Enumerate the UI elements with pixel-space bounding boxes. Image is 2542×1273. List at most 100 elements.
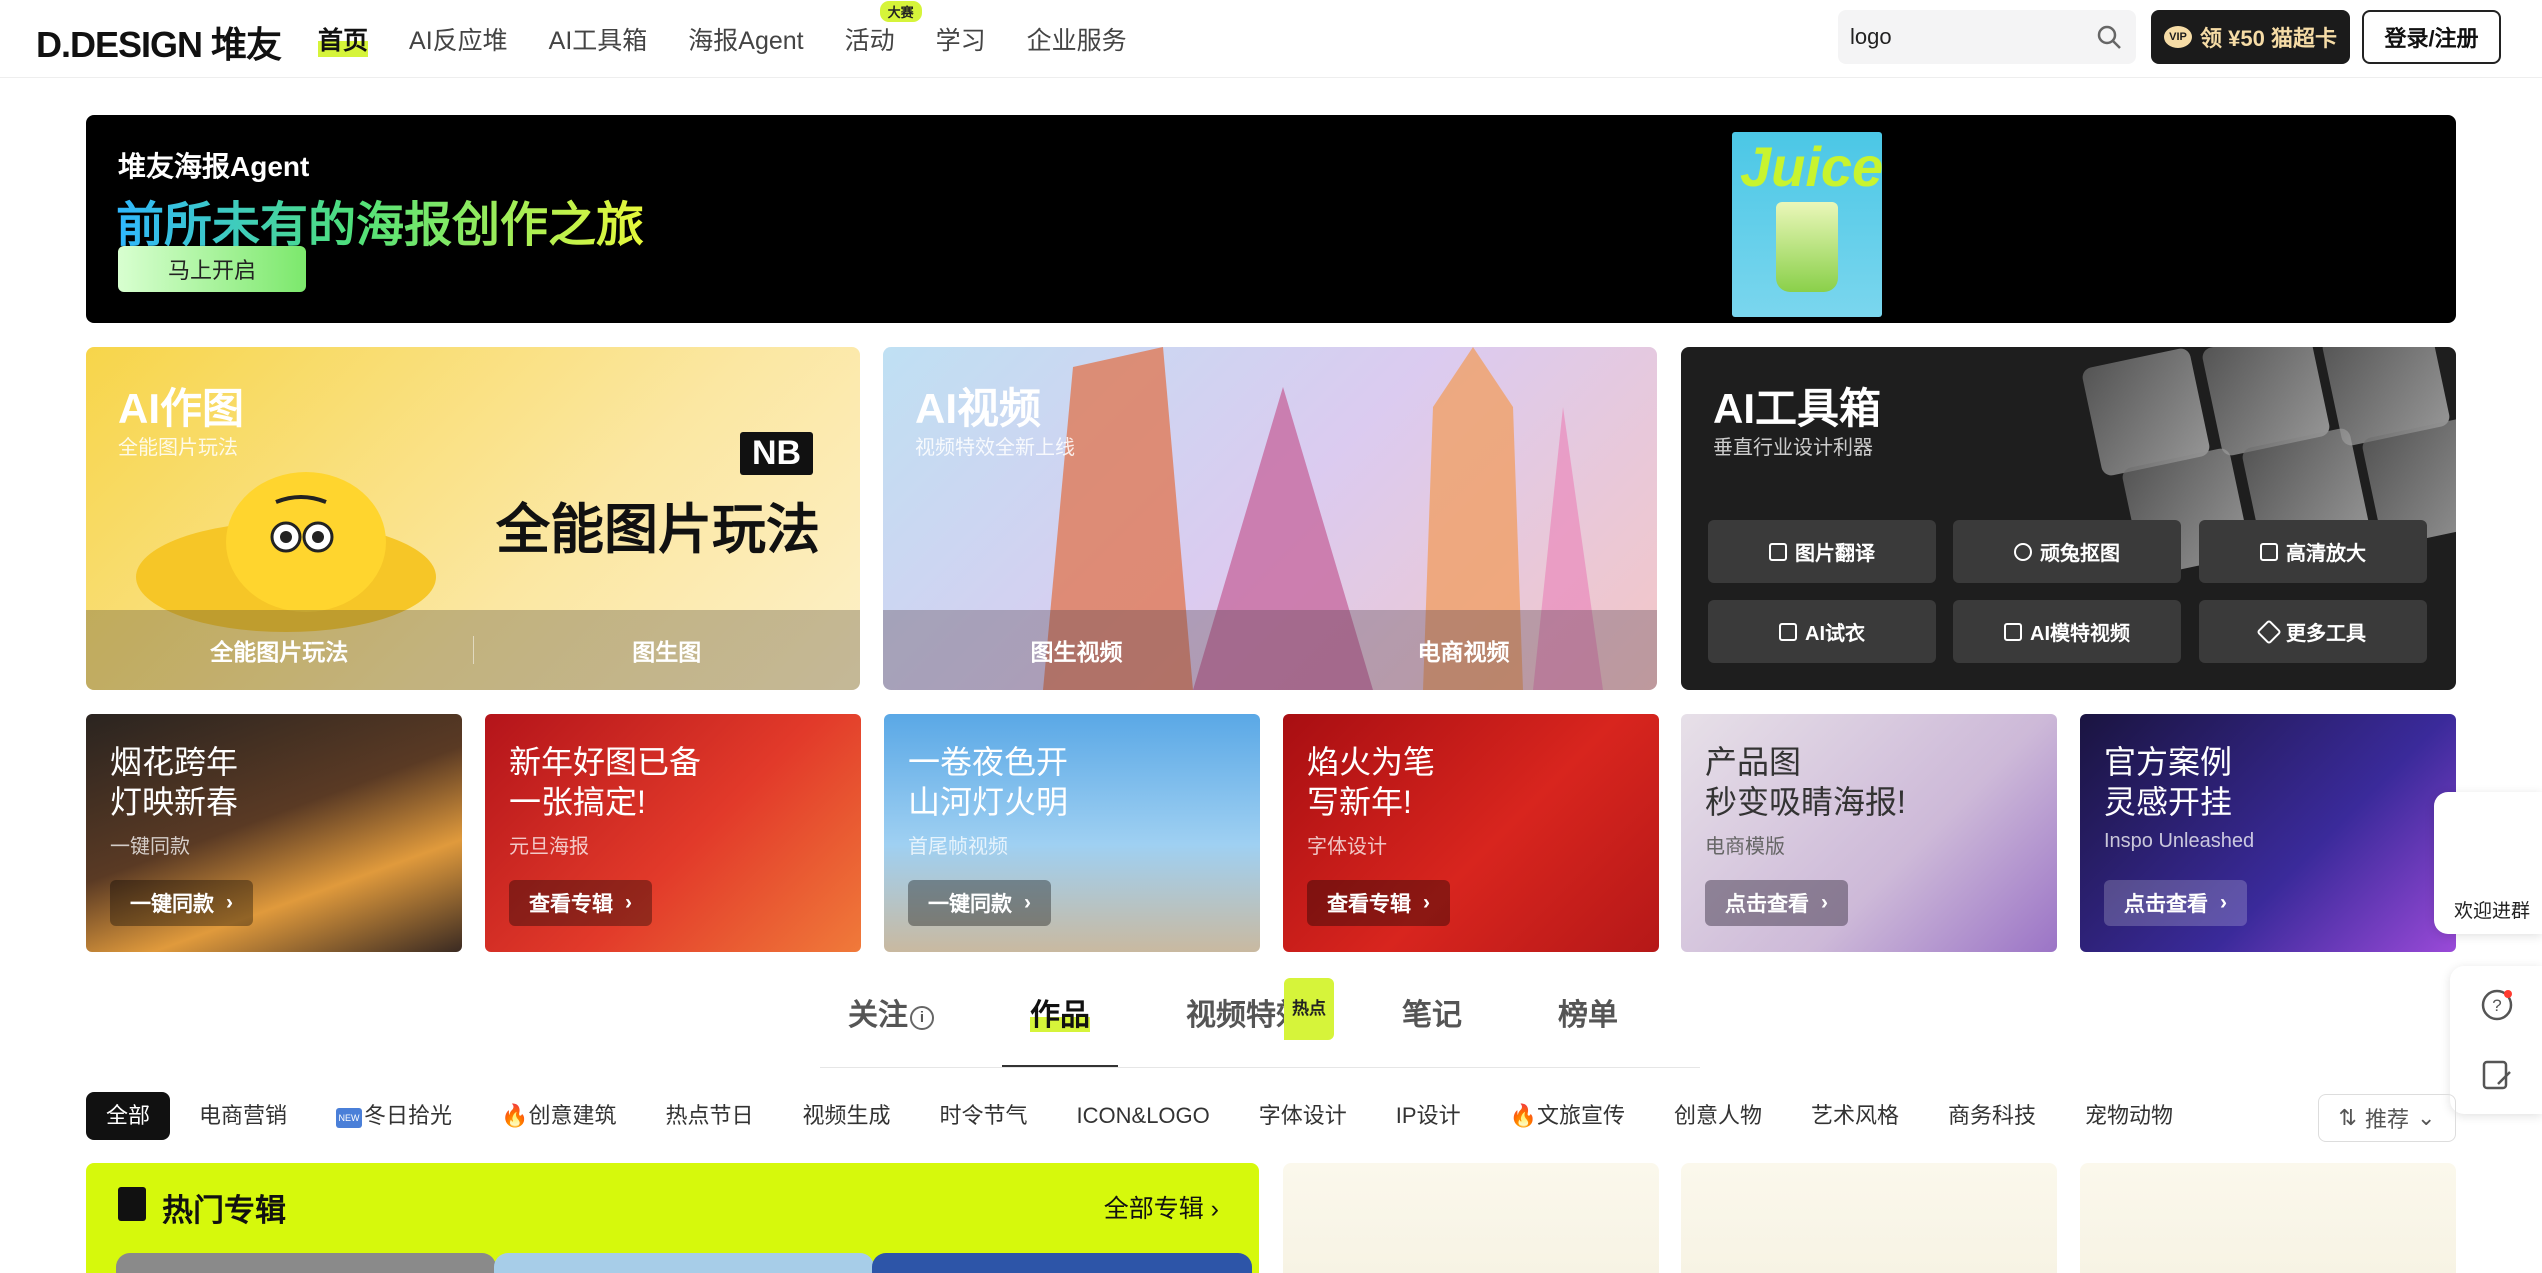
promo-button[interactable]: 查看专辑 › — [509, 880, 652, 926]
category-solar-terms[interactable]: 时令节气 — [920, 1092, 1048, 1140]
promo-subtitle: 字体设计 — [1307, 836, 1387, 858]
site-logo[interactable]: D.DESIGN 堆友 — [36, 16, 282, 68]
tool-cutout[interactable]: 顽兔抠图 — [1953, 520, 2181, 583]
login-button[interactable]: 登录/注册 — [2362, 10, 2501, 64]
ai-image-headline: 全能图片玩法 — [496, 500, 820, 560]
nav-ai-reactor[interactable]: AI反应堆 — [409, 21, 508, 57]
promo-button[interactable]: 一键同款 › — [110, 880, 253, 926]
tab-follow[interactable]: 关注 i — [820, 986, 962, 1068]
join-group-label: 欢迎进群 — [2454, 901, 2531, 922]
ai-video-subtitle: 视频特效全新上线 — [915, 437, 1075, 459]
top-header: D.DESIGN 堆友 首页 AI反应堆 AI工具箱 海报Agent 活动 大赛… — [0, 0, 2542, 78]
category-creative-architecture[interactable]: 🔥创意建筑 — [481, 1092, 636, 1140]
nav-poster-agent[interactable]: 海报Agent — [688, 21, 803, 57]
category-winter[interactable]: NEW 冬日拾光 — [316, 1092, 472, 1140]
promo-button[interactable]: 点击查看 › — [1705, 880, 1848, 926]
tool-try-on[interactable]: AI试衣 — [1708, 600, 1936, 663]
image-to-image-link[interactable]: 图生图 — [474, 633, 861, 667]
nav-events[interactable]: 活动 大赛 — [845, 1, 922, 57]
search-icon[interactable] — [2096, 24, 2122, 50]
image-to-video-link[interactable]: 图生视频 — [883, 633, 1270, 667]
category-creative-people[interactable]: 创意人物 — [1654, 1092, 1782, 1140]
promo-card-font-design[interactable]: 焰火为笔 写新年! 字体设计 查看专辑 › — [1283, 714, 1659, 952]
vip-icon: VIP — [2164, 26, 2193, 48]
category-video-gen[interactable]: 视频生成 — [782, 1092, 910, 1140]
promo-title: 产品图 秒变吸睛海报! — [1705, 744, 1906, 820]
tab-rankings-label: 榜单 — [1558, 999, 1618, 1032]
category-pets[interactable]: 宠物动物 — [2065, 1092, 2193, 1140]
tool-model-video[interactable]: AI模特视频 — [1953, 600, 2181, 663]
ai-image-card[interactable]: AI作图 全能图片玩法 NB 全能图片玩法 全能图片玩法 图生图 — [86, 347, 860, 690]
translate-icon — [1769, 542, 1787, 561]
promo-subtitle: Inspo Unleashed — [2104, 830, 2255, 852]
tab-video-effects[interactable]: 视频特效 热点 — [1158, 978, 1334, 1068]
tab-notes[interactable]: 笔记 — [1374, 986, 1490, 1068]
category-all[interactable]: 全部 — [86, 1092, 171, 1140]
tab-works[interactable]: 作品 — [1002, 986, 1118, 1068]
loading-card-placeholder — [1681, 1163, 2057, 1273]
sort-dropdown[interactable]: ⇅ 推荐 ⌄ — [2318, 1094, 2456, 1142]
promo-subtitle: 电商模版 — [1705, 836, 1785, 858]
poster-agent-banner[interactable]: 堆友海报Agent 前所未有的海报创作之旅 马上开启 Juice — [86, 115, 2456, 323]
promo-title: 官方案例 灵感开挂 — [2104, 744, 2233, 820]
promo-button[interactable]: 点击查看 › — [2104, 880, 2247, 926]
album-thumbnail[interactable] — [494, 1253, 874, 1273]
promo-card-inspo[interactable]: 官方案例 灵感开挂 Inspo Unleashed 点击查看 › — [2080, 714, 2456, 952]
toolbox-photo-tiles — [2071, 347, 2456, 578]
ai-toolbox-title: AI工具箱 — [1713, 385, 1882, 432]
category-icon-logo[interactable]: ICON&LOGO — [1057, 1092, 1230, 1140]
promo-title: 一卷夜色开 山河灯火明 — [908, 744, 1069, 820]
ai-image-actions: 全能图片玩法 图生图 — [86, 610, 860, 690]
tool-label: AI试衣 — [1805, 623, 1865, 645]
sort-icon: ⇅ — [2338, 1105, 2357, 1130]
tool-upscale[interactable]: 高清放大 — [2199, 520, 2427, 583]
chevron-right-icon: › — [1203, 1195, 1219, 1223]
join-group-widget[interactable]: 欢迎进群 — [2434, 792, 2542, 934]
nav-learn[interactable]: 学习 — [936, 21, 986, 57]
all-albums-link[interactable]: 全部专辑 › — [1104, 1189, 1219, 1225]
vip-coupon-label: 领 ¥50 猫超卡 — [2200, 26, 2337, 51]
content-tabs: 关注 i 作品 视频特效 热点 笔记 榜单 — [820, 978, 1686, 1068]
tab-rankings[interactable]: 榜单 — [1530, 986, 1646, 1068]
svg-text:?: ? — [2492, 996, 2501, 1015]
tool-image-translate[interactable]: 图片翻译 — [1708, 520, 1936, 583]
promo-button[interactable]: 一键同款 › — [908, 880, 1051, 926]
nav-home[interactable]: 首页 — [318, 21, 369, 57]
category-ecommerce[interactable]: 电商营销 — [179, 1092, 307, 1140]
album-thumbnail[interactable] — [116, 1253, 496, 1273]
ai-toolbox-card[interactable]: AI工具箱 垂直行业设计利器 图片翻译 顽兔抠图 高清放大 AI试衣 AI模特视… — [1681, 347, 2456, 690]
album-thumbnail[interactable] — [872, 1253, 1252, 1273]
feedback-icon[interactable] — [2480, 1058, 2514, 1092]
help-icon[interactable]: ? — [2480, 988, 2514, 1022]
nav-enterprise[interactable]: 企业服务 — [1027, 21, 1127, 57]
category-label: 文旅宣传 — [1536, 1103, 1625, 1128]
promo-card-fireworks[interactable]: 烟花跨年 灯映新春 一键同款 一键同款 › — [86, 714, 462, 952]
category-filter: 全部 电商营销 NEW 冬日拾光 🔥创意建筑 热点节日 视频生成 时令节气 ICO… — [86, 1092, 2202, 1140]
category-business-tech[interactable]: 商务科技 — [1928, 1092, 2056, 1140]
promo-card-night-city[interactable]: 一卷夜色开 山河灯火明 首尾帧视频 一键同款 › — [884, 714, 1260, 952]
all-image-play-link[interactable]: 全能图片玩法 — [86, 633, 473, 667]
promo-card-product[interactable]: 产品图 秒变吸睛海报! 电商模版 点击查看 › — [1681, 714, 2057, 952]
banner-start-button[interactable]: 马上开启 — [118, 246, 306, 292]
vip-coupon-button[interactable]: VIP 领 ¥50 猫超卡 — [2151, 10, 2350, 64]
tool-more[interactable]: 更多工具 — [2199, 600, 2427, 663]
promo-card-new-year[interactable]: 新年好图已备 一张搞定! 元旦海报 查看专辑 › — [485, 714, 861, 952]
ai-image-subtitle: 全能图片玩法 — [118, 437, 238, 459]
chevron-down-icon: ⌄ — [2417, 1105, 2436, 1130]
promo-button[interactable]: 查看专辑 › — [1307, 880, 1450, 926]
ai-video-card[interactable]: AI视频 视频特效全新上线 图生视频 电商视频 — [883, 347, 1657, 690]
more-tools-icon — [2256, 618, 2282, 645]
tab-follow-label: 关注 — [848, 999, 908, 1032]
category-art-style[interactable]: 艺术风格 — [1791, 1092, 1919, 1140]
main-nav: 首页 AI反应堆 AI工具箱 海报Agent 活动 大赛 学习 企业服务 — [318, 0, 1168, 78]
search-box — [1838, 10, 2136, 64]
category-font-design[interactable]: 字体设计 — [1239, 1092, 1367, 1140]
promo-title: 新年好图已备 一张搞定! — [509, 744, 702, 820]
category-holidays[interactable]: 热点节日 — [645, 1092, 773, 1140]
category-ip-design[interactable]: IP设计 — [1376, 1092, 1481, 1140]
ecommerce-video-link[interactable]: 电商视频 — [1270, 633, 1657, 667]
category-culture-tourism[interactable]: 🔥文旅宣传 — [1490, 1092, 1645, 1140]
cutout-icon — [2014, 542, 2032, 561]
search-input[interactable] — [1850, 22, 2090, 52]
nav-ai-toolbox[interactable]: AI工具箱 — [549, 21, 648, 57]
